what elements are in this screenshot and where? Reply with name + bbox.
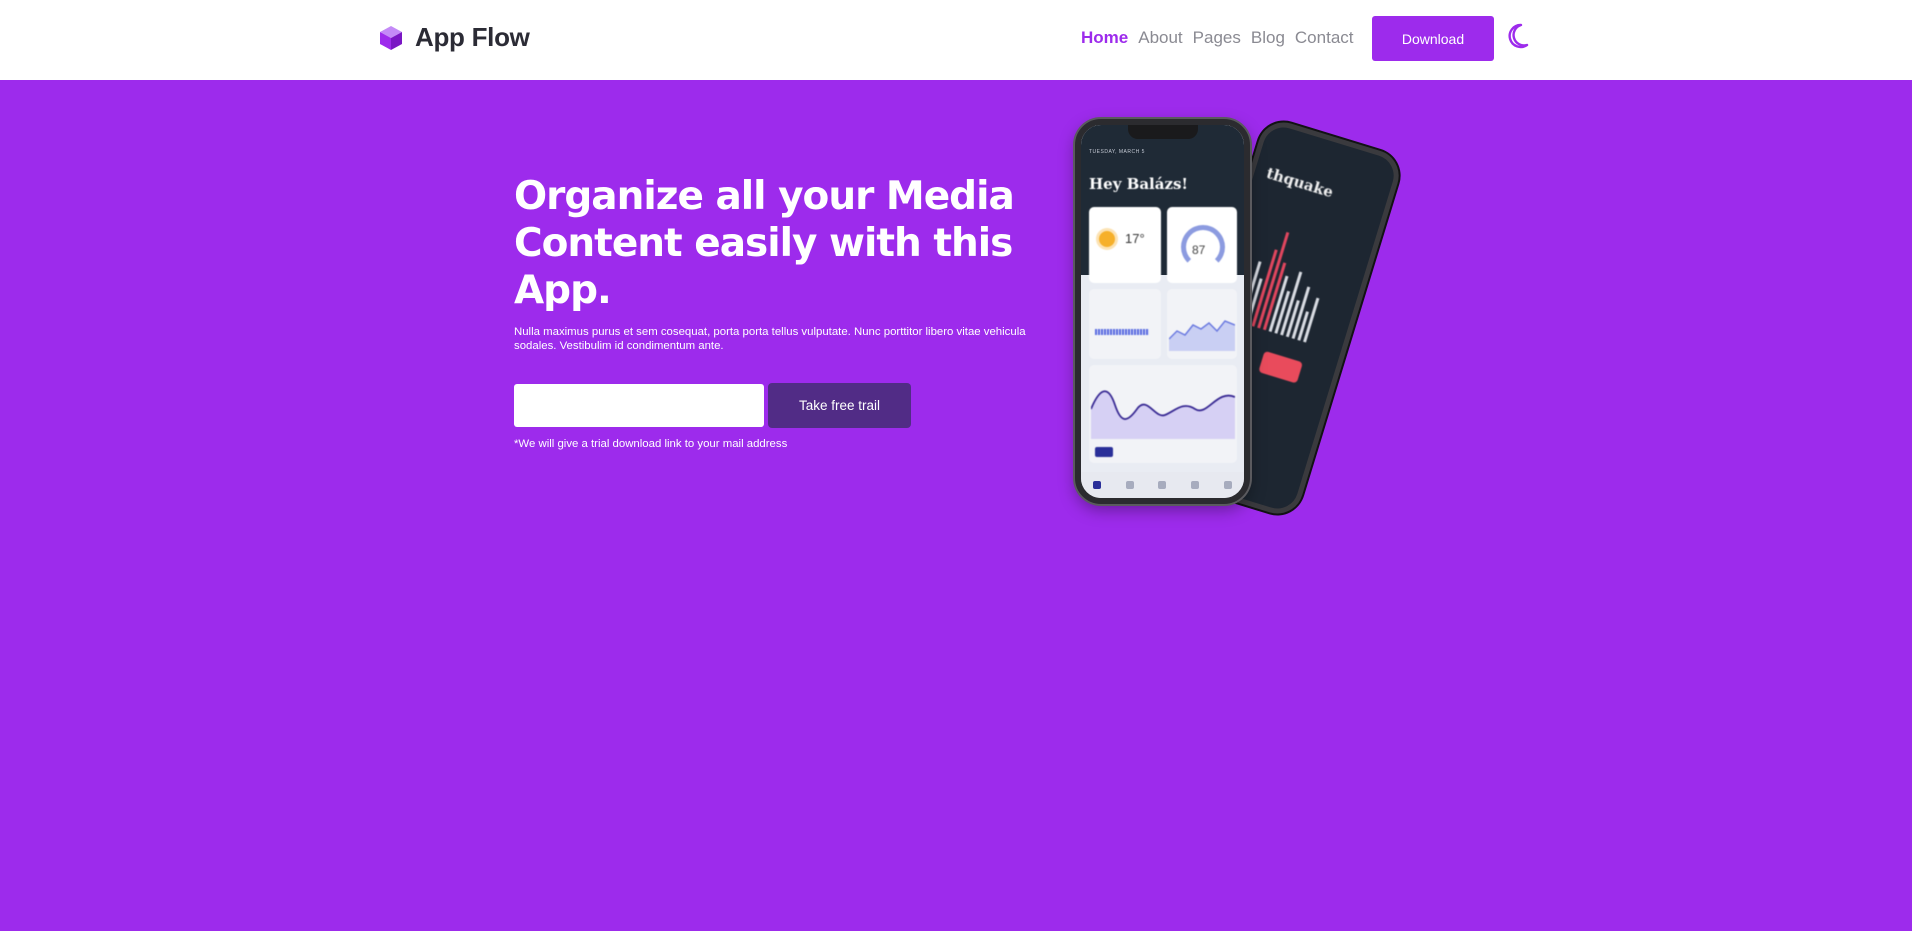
traffic-badge (1095, 447, 1113, 457)
nav-link-blog[interactable]: Blog (1251, 27, 1285, 49)
phone-mockup-image: thquake TUESDAY, MARCH 5 Hey Balázs! 17° (1075, 115, 1406, 520)
nav-link-contact[interactable]: Contact (1295, 27, 1354, 49)
take-free-trial-button[interactable]: Take free trail (768, 383, 911, 428)
phone-tab-bar (1081, 472, 1244, 498)
alert-pill (1258, 350, 1303, 384)
cube-icon (380, 25, 402, 50)
traffic-chart-graphic (1091, 390, 1235, 439)
water-quality-card (1089, 289, 1161, 359)
sun-icon (1099, 231, 1115, 247)
noise-chart-graphic (1169, 320, 1235, 351)
email-input[interactable] (514, 384, 764, 427)
main-nav: Home About Pages Blog Contact (1081, 27, 1354, 49)
nav-link-about[interactable]: About (1138, 27, 1182, 49)
phone-notch (1127, 125, 1198, 139)
front-phone: TUESDAY, MARCH 5 Hey Balázs! 17° 87 (1075, 119, 1250, 504)
meter-graphic (1095, 329, 1149, 335)
nav-link-home[interactable]: Home (1081, 27, 1128, 49)
traffic-card (1089, 365, 1237, 463)
brand-link[interactable]: App Flow (377, 22, 530, 53)
hero-description: Nulla maximus purus et sem cosequat, por… (514, 326, 1026, 352)
nav-link-pages[interactable]: Pages (1193, 27, 1241, 49)
screen-date: TUESDAY, MARCH 5 (1089, 149, 1145, 155)
moon-icon[interactable] (1504, 22, 1530, 52)
air-quality-card: 87 (1167, 207, 1237, 283)
download-button[interactable]: Download (1372, 16, 1494, 61)
back-phone-title: thquake (1264, 164, 1336, 202)
hero-title: Organize all your Media Content easily w… (514, 174, 1015, 313)
air-quality-value: 87 (1192, 243, 1206, 257)
brand-name: App Flow (415, 22, 530, 52)
trial-note: *We will give a trial download link to y… (514, 438, 788, 450)
navbar: App Flow Home About Pages Blog Contact D… (0, 0, 1912, 80)
weather-card: 17° (1089, 207, 1161, 283)
screen-greeting: Hey Balázs! (1089, 175, 1189, 193)
noise-card (1167, 289, 1237, 359)
weather-temp: 17° (1125, 231, 1145, 246)
